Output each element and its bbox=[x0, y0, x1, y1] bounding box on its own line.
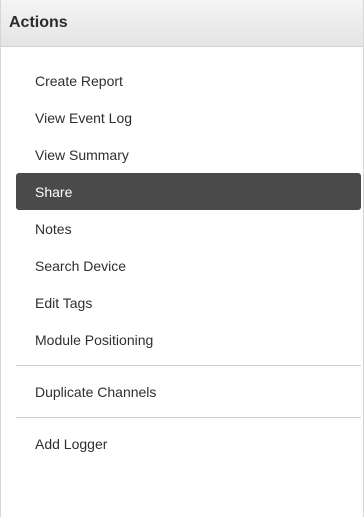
menu-item-view-event-log[interactable]: View Event Log bbox=[16, 99, 361, 136]
panel-title: Actions bbox=[9, 14, 68, 31]
menu-divider bbox=[16, 417, 361, 418]
menu-item-create-report[interactable]: Create Report bbox=[16, 62, 361, 99]
menu-item-view-summary[interactable]: View Summary bbox=[16, 136, 361, 173]
menu-item-notes[interactable]: Notes bbox=[16, 210, 361, 247]
menu-item-edit-tags[interactable]: Edit Tags bbox=[16, 284, 361, 321]
menu-item-add-logger[interactable]: Add Logger bbox=[16, 425, 361, 462]
panel-header: Actions bbox=[1, 0, 363, 47]
menu-divider bbox=[16, 365, 361, 366]
menu-item-search-device[interactable]: Search Device bbox=[16, 247, 361, 284]
menu-item-share[interactable]: Share bbox=[16, 173, 361, 210]
actions-panel: Actions Create Report View Event Log Vie… bbox=[0, 0, 364, 517]
menu-item-duplicate-channels[interactable]: Duplicate Channels bbox=[16, 373, 361, 410]
menu-item-module-positioning[interactable]: Module Positioning bbox=[16, 321, 361, 358]
actions-menu: Create Report View Event Log View Summar… bbox=[1, 47, 363, 462]
